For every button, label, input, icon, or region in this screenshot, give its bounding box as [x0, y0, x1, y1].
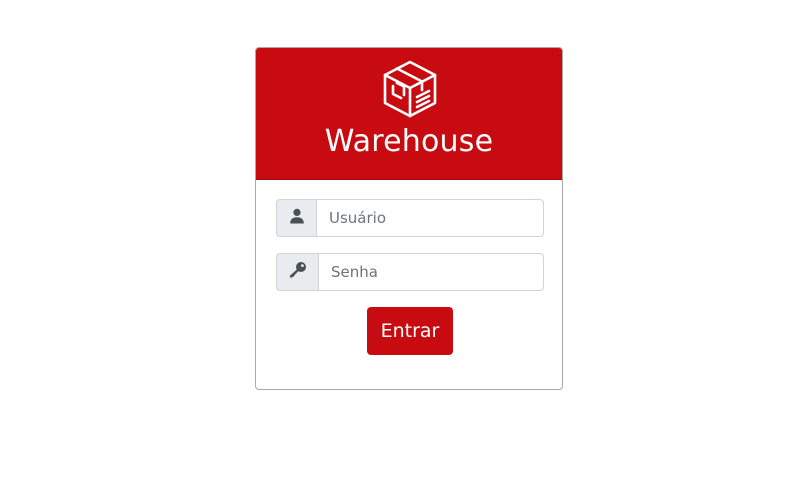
- key-icon: [289, 261, 307, 283]
- password-input[interactable]: [318, 253, 544, 291]
- username-input[interactable]: [316, 199, 544, 237]
- password-addon: [276, 253, 318, 291]
- login-card-header: Warehouse: [256, 48, 562, 180]
- brand-title: Warehouse: [324, 124, 494, 159]
- box-package-icon: [382, 59, 438, 119]
- login-button[interactable]: Entrar: [367, 307, 453, 355]
- user-icon: [289, 208, 305, 228]
- login-card: Warehouse Entrar: [255, 47, 563, 390]
- username-addon: [276, 199, 316, 237]
- username-group: [276, 199, 544, 237]
- password-group: [276, 253, 544, 291]
